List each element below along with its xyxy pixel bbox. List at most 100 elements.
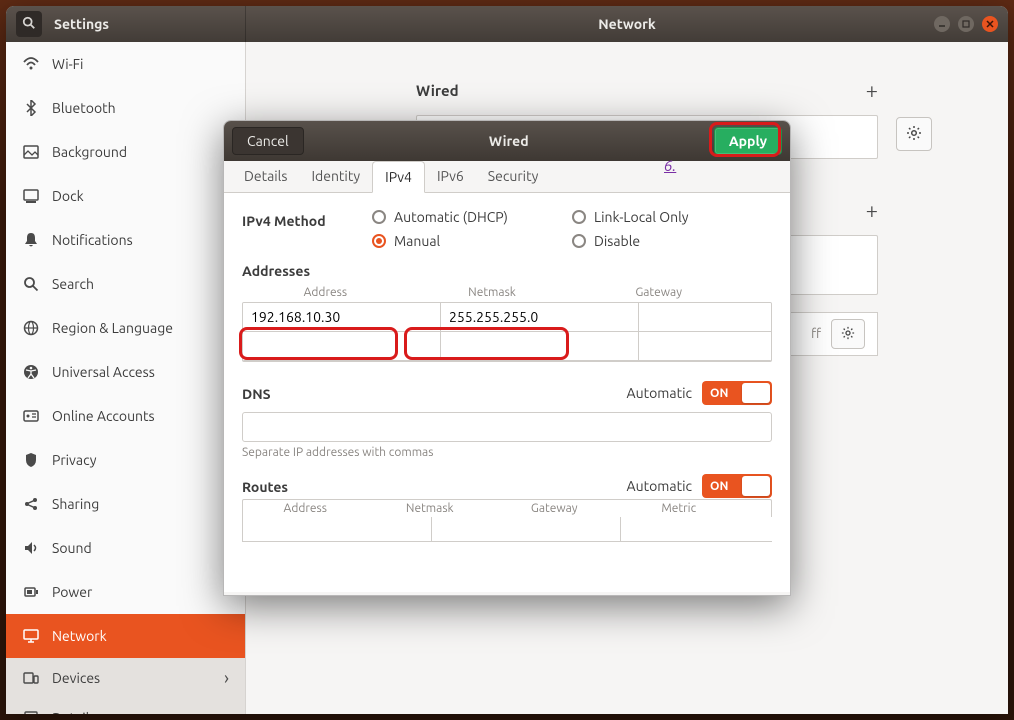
gateway-input[interactable] xyxy=(639,303,772,332)
sidebar-item-label: Power xyxy=(52,584,92,600)
radio-label: Manual xyxy=(394,233,440,249)
tab-ipv4[interactable]: IPv4 xyxy=(372,161,425,193)
sidebar-item-label: Devices xyxy=(52,670,100,686)
sidebar-item-label: Region & Language xyxy=(52,320,173,336)
sidebar-item-region[interactable]: Region & Language xyxy=(6,306,245,350)
addresses-label: Addresses xyxy=(242,263,772,279)
titlebar-left: Settings xyxy=(6,6,246,42)
netmask-input[interactable] xyxy=(441,332,639,361)
sidebar-item-sound[interactable]: Sound xyxy=(6,526,245,570)
sidebar-item-label: Wi-Fi xyxy=(52,56,83,72)
routes-header: Address Netmask Gateway Metric xyxy=(242,499,772,517)
col-gateway: Gateway xyxy=(575,286,742,299)
dock-icon xyxy=(22,187,40,205)
devices-icon xyxy=(22,669,40,687)
gear-icon xyxy=(906,125,922,144)
sidebar-item-privacy[interactable]: Privacy xyxy=(6,438,245,482)
route-netmask-input[interactable] xyxy=(432,517,621,541)
globe-icon xyxy=(22,319,40,337)
routes-automatic-toggle[interactable]: ON xyxy=(702,474,772,498)
network-icon xyxy=(22,627,40,645)
ipv4-method-label: IPv4 Method xyxy=(242,209,372,229)
routes-label: Routes xyxy=(242,479,288,495)
automatic-label: Automatic xyxy=(627,478,692,494)
col-gateway: Gateway xyxy=(492,502,617,515)
sidebar-item-search[interactable]: Search xyxy=(6,262,245,306)
radio-automatic[interactable]: Automatic (DHCP) xyxy=(372,209,572,225)
address-input[interactable] xyxy=(243,332,441,361)
sidebar-item-label: Sharing xyxy=(52,496,99,512)
sidebar-item-label: Search xyxy=(52,276,94,292)
sidebar-item-background[interactable]: Background xyxy=(6,130,245,174)
switch-on-label: ON xyxy=(710,480,728,493)
wired-settings-button[interactable] xyxy=(896,117,932,151)
sidebar-item-bluetooth[interactable]: Bluetooth xyxy=(6,86,245,130)
radio-icon xyxy=(372,210,386,224)
chevron-right-icon: › xyxy=(224,708,229,714)
sidebar-item-universal-access[interactable]: Universal Access xyxy=(6,350,245,394)
sidebar-item-network[interactable]: Network xyxy=(6,614,245,658)
sidebar-item-label: Notifications xyxy=(52,232,133,248)
ipv4-method-radios: Automatic (DHCP) Link-Local Only Manual … xyxy=(372,209,772,249)
col-metric: Metric xyxy=(617,502,742,515)
sidebar-item-label: Bluetooth xyxy=(52,100,116,116)
radio-disable[interactable]: Disable xyxy=(572,233,772,249)
share-icon xyxy=(22,495,40,513)
wired-section-title: Wired xyxy=(416,82,459,99)
sidebar-item-label: Details xyxy=(52,710,95,714)
titlebar: Settings Network xyxy=(6,6,1008,42)
address-input[interactable] xyxy=(243,303,441,332)
address-row-1: ✕ xyxy=(243,303,771,332)
sidebar-item-sharing[interactable]: Sharing xyxy=(6,482,245,526)
dns-input[interactable] xyxy=(242,412,772,442)
sidebar-item-dock[interactable]: Dock xyxy=(6,174,245,218)
tab-ipv6[interactable]: IPv6 xyxy=(425,161,476,192)
maximize-button[interactable] xyxy=(958,16,974,32)
sidebar-item-power[interactable]: Power xyxy=(6,570,245,614)
routes-row: ✕ xyxy=(242,517,772,542)
dns-automatic-toggle[interactable]: ON xyxy=(702,381,772,405)
details-icon xyxy=(22,709,40,714)
dns-label: DNS xyxy=(242,386,271,402)
sidebar-item-wifi[interactable]: Wi-Fi xyxy=(6,42,245,86)
wired-dialog: Cancel Wired Apply Details Identity IPv4… xyxy=(223,120,791,596)
route-gateway-input[interactable] xyxy=(621,517,790,541)
route-address-input[interactable] xyxy=(243,517,432,541)
dialog-header: Cancel Wired Apply xyxy=(224,121,790,161)
sidebar-item-notifications[interactable]: Notifications xyxy=(6,218,245,262)
minimize-button[interactable] xyxy=(934,16,950,32)
radio-linklocal[interactable]: Link-Local Only xyxy=(572,209,772,225)
close-button[interactable] xyxy=(982,16,998,32)
add-wired-button[interactable]: + xyxy=(866,78,878,103)
tab-identity[interactable]: Identity xyxy=(299,161,372,192)
gateway-input[interactable] xyxy=(639,332,772,361)
radio-manual[interactable]: Manual xyxy=(372,233,572,249)
sidebar-item-label: Privacy xyxy=(52,452,96,468)
sidebar: Wi-Fi Bluetooth Background Dock Notifica… xyxy=(6,42,246,714)
col-address: Address xyxy=(243,502,368,515)
apply-button[interactable]: Apply xyxy=(714,127,782,155)
col-netmask: Netmask xyxy=(368,502,493,515)
dialog-title: Wired xyxy=(489,133,529,149)
sidebar-item-online-accounts[interactable]: Online Accounts xyxy=(6,394,245,438)
radio-icon xyxy=(372,234,386,248)
app-title: Settings xyxy=(54,16,109,32)
annotation-step6: 6. xyxy=(664,157,676,174)
radio-label: Link-Local Only xyxy=(594,209,689,225)
search-button[interactable] xyxy=(16,11,42,37)
sidebar-item-details[interactable]: Details › xyxy=(6,698,245,714)
privacy-icon xyxy=(22,451,40,469)
cancel-label: Cancel xyxy=(247,133,289,149)
sidebar-item-devices[interactable]: Devices › xyxy=(6,658,245,698)
netmask-input[interactable] xyxy=(441,303,639,332)
automatic-label: Automatic xyxy=(627,385,692,401)
add-vpn-button[interactable]: + xyxy=(866,198,878,223)
tab-security[interactable]: Security xyxy=(476,161,551,192)
chevron-right-icon: › xyxy=(224,668,229,688)
radio-label: Automatic (DHCP) xyxy=(394,209,508,225)
cancel-button[interactable]: Cancel xyxy=(232,127,304,155)
tab-details[interactable]: Details xyxy=(232,161,299,192)
radio-label: Disable xyxy=(594,233,640,249)
proxy-settings-button[interactable] xyxy=(831,319,865,349)
sidebar-item-label: Network xyxy=(52,628,107,644)
